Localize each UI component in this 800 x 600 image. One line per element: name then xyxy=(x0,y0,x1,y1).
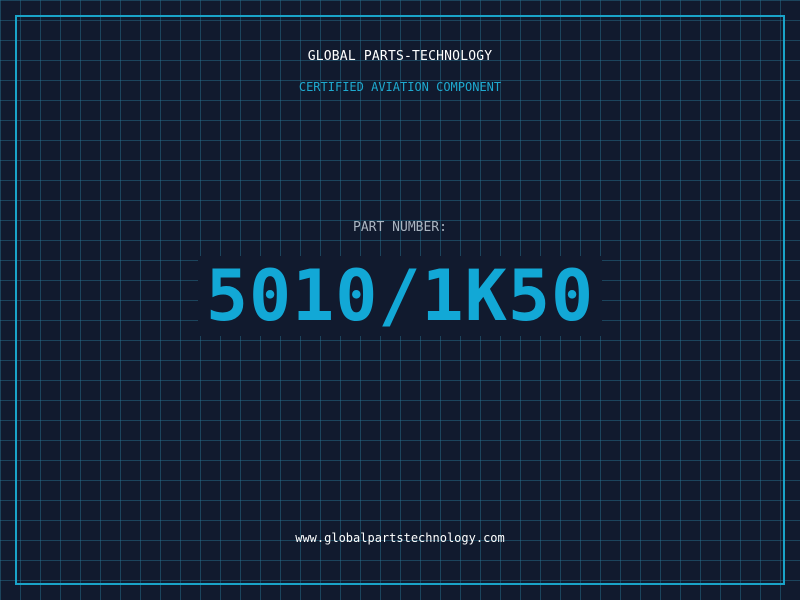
website-url: www.globalpartstechnology.com xyxy=(295,531,505,545)
part-card: GLOBAL PARTS-TECHNOLOGY CERTIFIED AVIATI… xyxy=(0,0,800,600)
company-name: GLOBAL PARTS-TECHNOLOGY xyxy=(307,49,493,64)
part-number-label: PART NUMBER: xyxy=(353,220,447,235)
certification-subtitle: CERTIFIED AVIATION COMPONENT xyxy=(298,80,502,94)
part-number-value: 5010/1K50 xyxy=(205,255,595,337)
